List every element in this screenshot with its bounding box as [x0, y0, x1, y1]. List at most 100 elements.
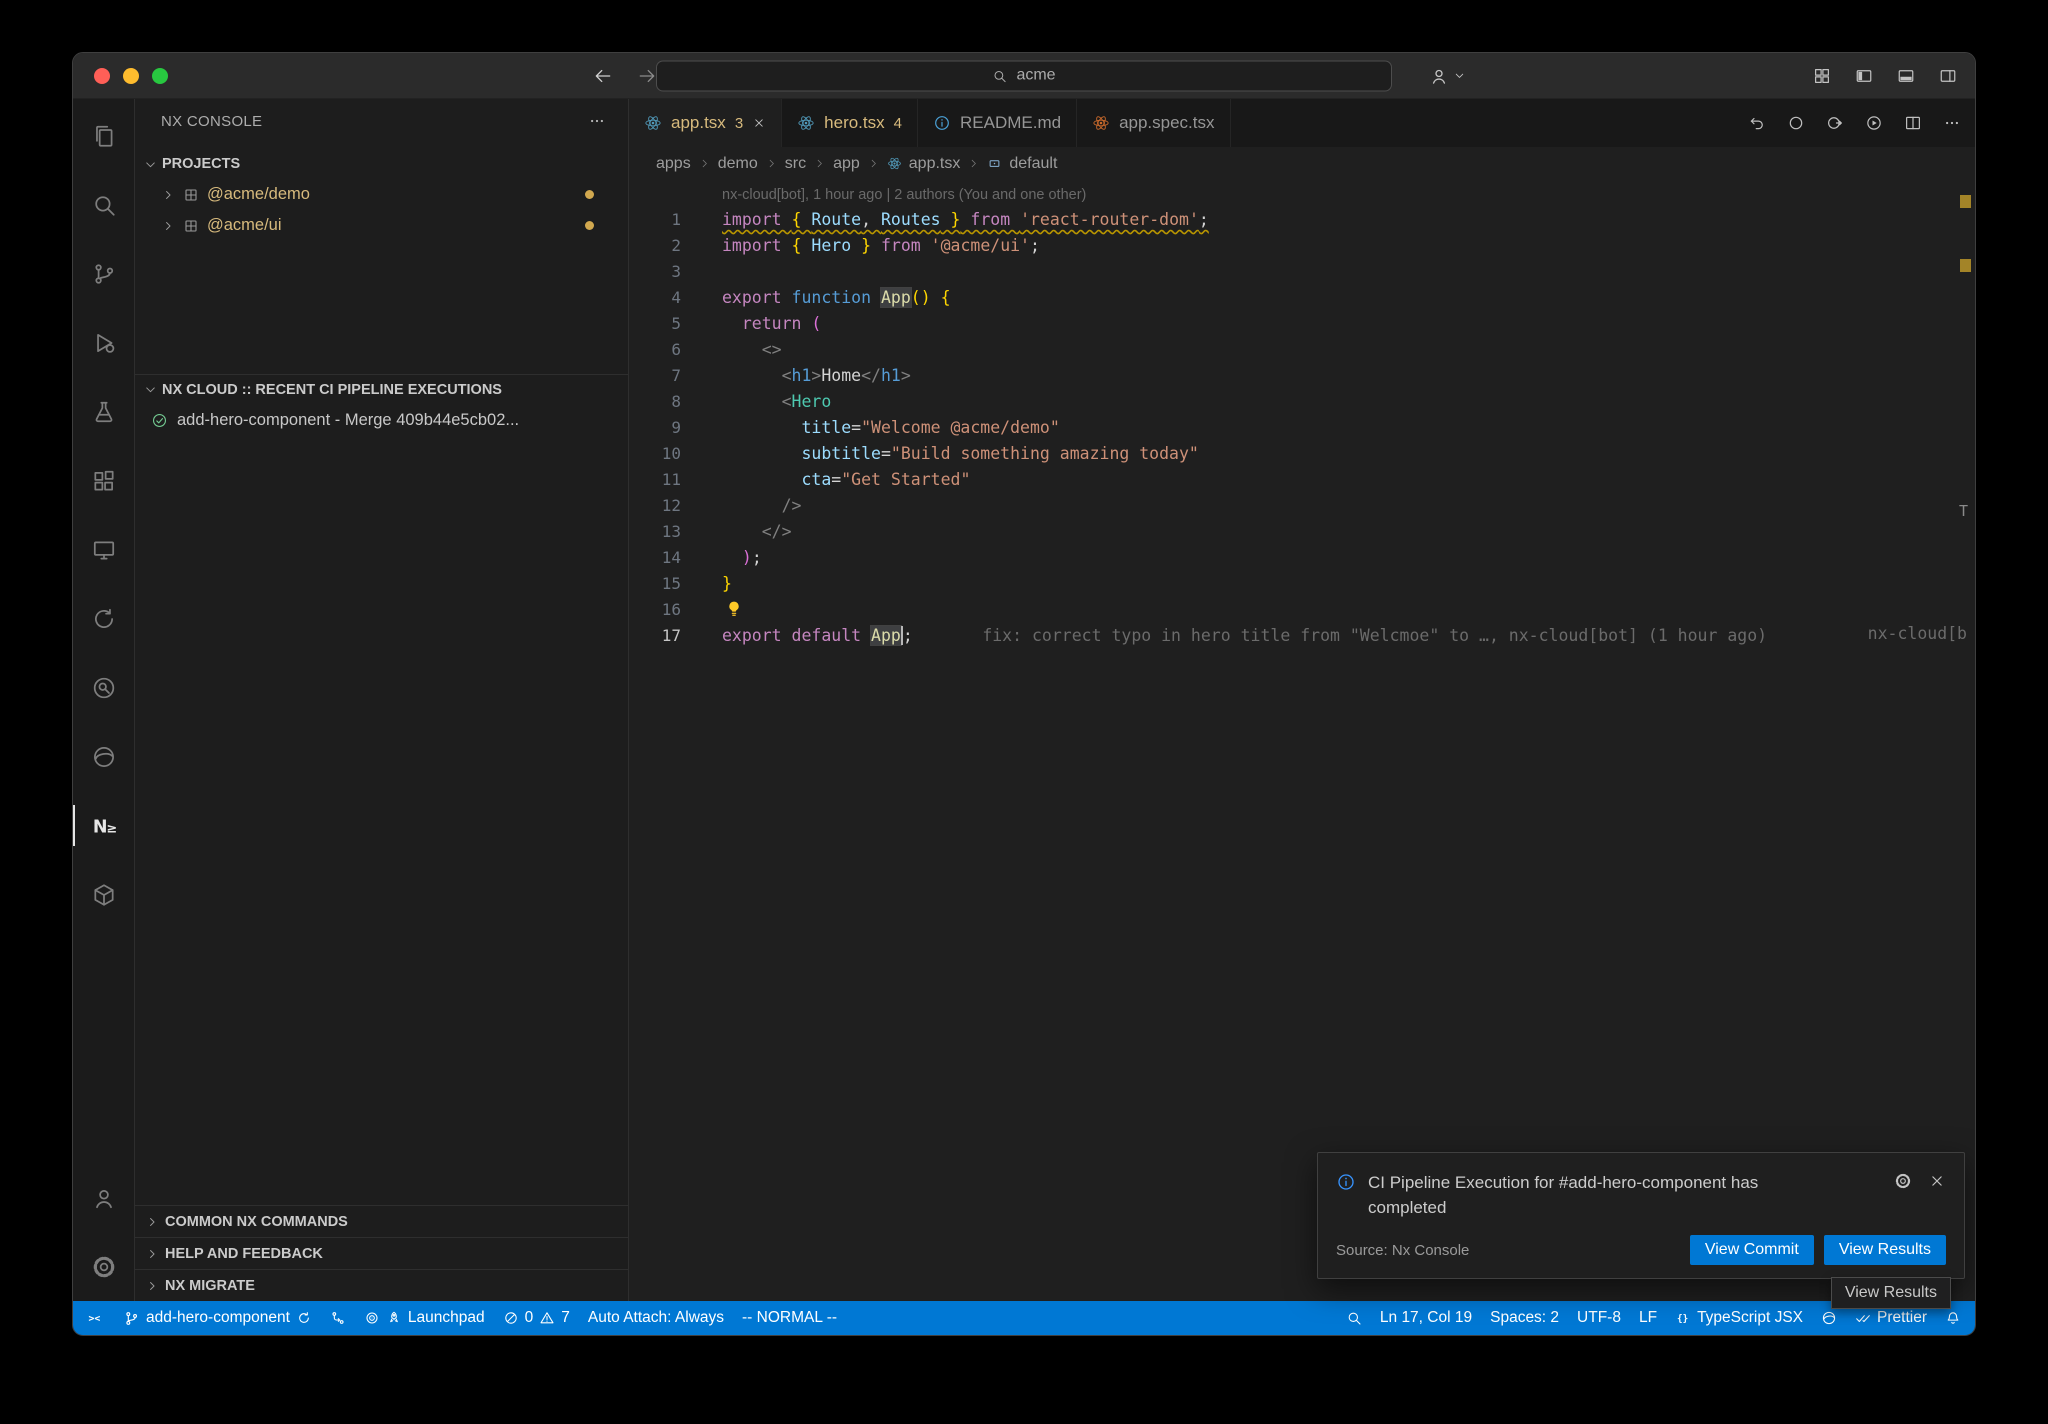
code-line-14[interactable]: 14 ); [629, 545, 1975, 571]
activity-testing[interactable] [73, 377, 134, 446]
line-number[interactable]: 2 [629, 233, 681, 259]
breadcrumb-item[interactable]: default [1009, 155, 1057, 173]
line-number[interactable]: 1 [629, 207, 681, 233]
line-number[interactable]: 7 [629, 363, 681, 389]
section-projects[interactable]: PROJECTS [135, 149, 628, 179]
section-common-nx-commands[interactable]: COMMON NX COMMANDS [135, 1205, 628, 1237]
lightbulb-icon[interactable] [724, 599, 744, 619]
git-compare-button[interactable] [330, 1310, 346, 1326]
line-number[interactable]: 8 [629, 389, 681, 415]
breadcrumb-item[interactable]: src [785, 155, 806, 173]
code-line-7[interactable]: 7 <h1>Home</h1> [629, 363, 1975, 389]
gear-icon[interactable] [1894, 1172, 1912, 1190]
line-number[interactable]: 12 [629, 493, 681, 519]
run-file-icon[interactable] [1865, 114, 1883, 132]
code-line-4[interactable]: 4export function App() { [629, 285, 1975, 311]
line-number[interactable]: 14 [629, 545, 681, 571]
encoding-button[interactable]: UTF-8 [1577, 1309, 1621, 1327]
pipeline-execution-item[interactable]: add-hero-component - Merge 409b44e5cb02.… [135, 404, 628, 436]
line-number[interactable]: 5 [629, 311, 681, 337]
activity-extensions[interactable] [73, 446, 134, 515]
activity-nx-console[interactable]: N≥ [73, 791, 134, 860]
activity-remote-explorer[interactable] [73, 515, 134, 584]
code-line-8[interactable]: 8 <Hero [629, 389, 1975, 415]
activity-code-search[interactable] [73, 653, 134, 722]
edge-browser-button[interactable] [1821, 1310, 1837, 1326]
tab-app-tsx[interactable]: app.tsx 3 [629, 99, 782, 147]
activity-source-control[interactable] [73, 239, 134, 308]
activity-explorer[interactable] [73, 101, 134, 170]
close-window-button[interactable] [94, 68, 110, 84]
code-line-2[interactable]: 2import { Hero } from '@acme/ui'; [629, 233, 1975, 259]
code-editor[interactable]: nx-cloud[bot], 1 hour ago | 2 authors (Y… [629, 180, 1975, 1301]
code-line-6[interactable]: 6 <> [629, 337, 1975, 363]
codelens-blame[interactable]: nx-cloud[bot], 1 hour ago | 2 authors (Y… [629, 183, 1975, 207]
command-center-search[interactable]: acme [656, 60, 1392, 91]
section-nx-migrate[interactable]: NX MIGRATE [135, 1269, 628, 1301]
code-line-12[interactable]: 12 /> [629, 493, 1975, 519]
navigate-forward-icon[interactable] [637, 66, 657, 86]
toggle-sidebar-icon[interactable] [1855, 67, 1873, 85]
circle-arrow-right-icon[interactable] [1826, 114, 1844, 132]
accounts-button[interactable] [1429, 66, 1466, 86]
breadcrumb-item[interactable]: apps [656, 155, 691, 173]
line-number[interactable]: 13 [629, 519, 681, 545]
code-line-3[interactable]: 3 [629, 259, 1975, 285]
code-line-10[interactable]: 10 subtitle="Build something amazing tod… [629, 441, 1975, 467]
code-line-9[interactable]: 9 title="Welcome @acme/demo" [629, 415, 1975, 441]
git-branch-button[interactable]: add-hero-component [123, 1309, 312, 1327]
auto-attach-button[interactable]: Auto Attach: Always [588, 1309, 724, 1327]
toggle-secondary-sidebar-icon[interactable] [1939, 67, 1957, 85]
line-number[interactable]: 16 [629, 597, 681, 623]
problems-button[interactable]: 0 7 [503, 1309, 570, 1327]
breadcrumb-item[interactable]: demo [718, 155, 758, 173]
activity-run-debug[interactable] [73, 308, 134, 377]
line-number[interactable]: 6 [629, 337, 681, 363]
project-item-acme-ui[interactable]: @acme/ui [135, 210, 628, 241]
launchpad-button[interactable]: Launchpad [364, 1309, 485, 1327]
activity-update[interactable] [73, 584, 134, 653]
tab-app-spec-tsx[interactable]: app.spec.tsx [1077, 99, 1230, 147]
navigate-back-icon[interactable] [593, 66, 613, 86]
customize-layout-icon[interactable] [1813, 67, 1831, 85]
breadcrumb-item[interactable]: app.tsx [909, 155, 961, 173]
line-number[interactable]: 4 [629, 285, 681, 311]
screen-zoom-button[interactable] [1346, 1310, 1362, 1326]
code-line-11[interactable]: 11 cta="Get Started" [629, 467, 1975, 493]
cursor-position-button[interactable]: Ln 17, Col 19 [1380, 1309, 1472, 1327]
activity-edge-devtools[interactable] [73, 722, 134, 791]
code-line-15[interactable]: 15} [629, 571, 1975, 597]
toggle-panel-icon[interactable] [1897, 67, 1915, 85]
formatter-button[interactable]: Prettier [1855, 1309, 1927, 1327]
eol-button[interactable]: LF [1639, 1309, 1657, 1327]
activity-settings[interactable] [73, 1232, 134, 1301]
line-number[interactable]: 11 [629, 467, 681, 493]
close-icon[interactable] [752, 116, 766, 130]
code-line-17[interactable]: 17export default App; fix: correct typo … [629, 623, 1975, 649]
activity-accounts[interactable] [73, 1163, 134, 1232]
project-item-acme-demo[interactable]: @acme/demo [135, 179, 628, 210]
activity-search[interactable] [73, 170, 134, 239]
code-line-13[interactable]: 13 </> [629, 519, 1975, 545]
activity-package-explorer[interactable] [73, 860, 134, 929]
tab-hero-tsx[interactable]: hero.tsx 4 [782, 99, 918, 147]
breadcrumb-item[interactable]: app [833, 155, 860, 173]
more-actions-icon[interactable] [1943, 114, 1961, 132]
line-number[interactable]: 9 [629, 415, 681, 441]
zoom-window-button[interactable] [152, 68, 168, 84]
circle-icon[interactable] [1787, 114, 1805, 132]
tab-readme-md[interactable]: README.md [918, 99, 1077, 147]
line-number[interactable]: 15 [629, 571, 681, 597]
line-number[interactable]: 3 [629, 259, 681, 285]
section-help-and-feedback[interactable]: HELP AND FEEDBACK [135, 1237, 628, 1269]
indentation-button[interactable]: Spaces: 2 [1490, 1309, 1559, 1327]
language-mode-button[interactable]: {} TypeScript JSX [1675, 1309, 1803, 1327]
line-number[interactable]: 17 [629, 623, 681, 649]
notifications-bell-button[interactable] [1945, 1310, 1961, 1326]
line-number[interactable]: 10 [629, 441, 681, 467]
discard-icon[interactable] [1748, 114, 1766, 132]
remote-indicator-button[interactable]: >< [87, 1309, 105, 1327]
view-results-button[interactable]: View Results [1824, 1235, 1946, 1265]
split-editor-icon[interactable] [1904, 114, 1922, 132]
code-line-1[interactable]: 1import { Route, Routes } from 'react-ro… [629, 207, 1975, 233]
